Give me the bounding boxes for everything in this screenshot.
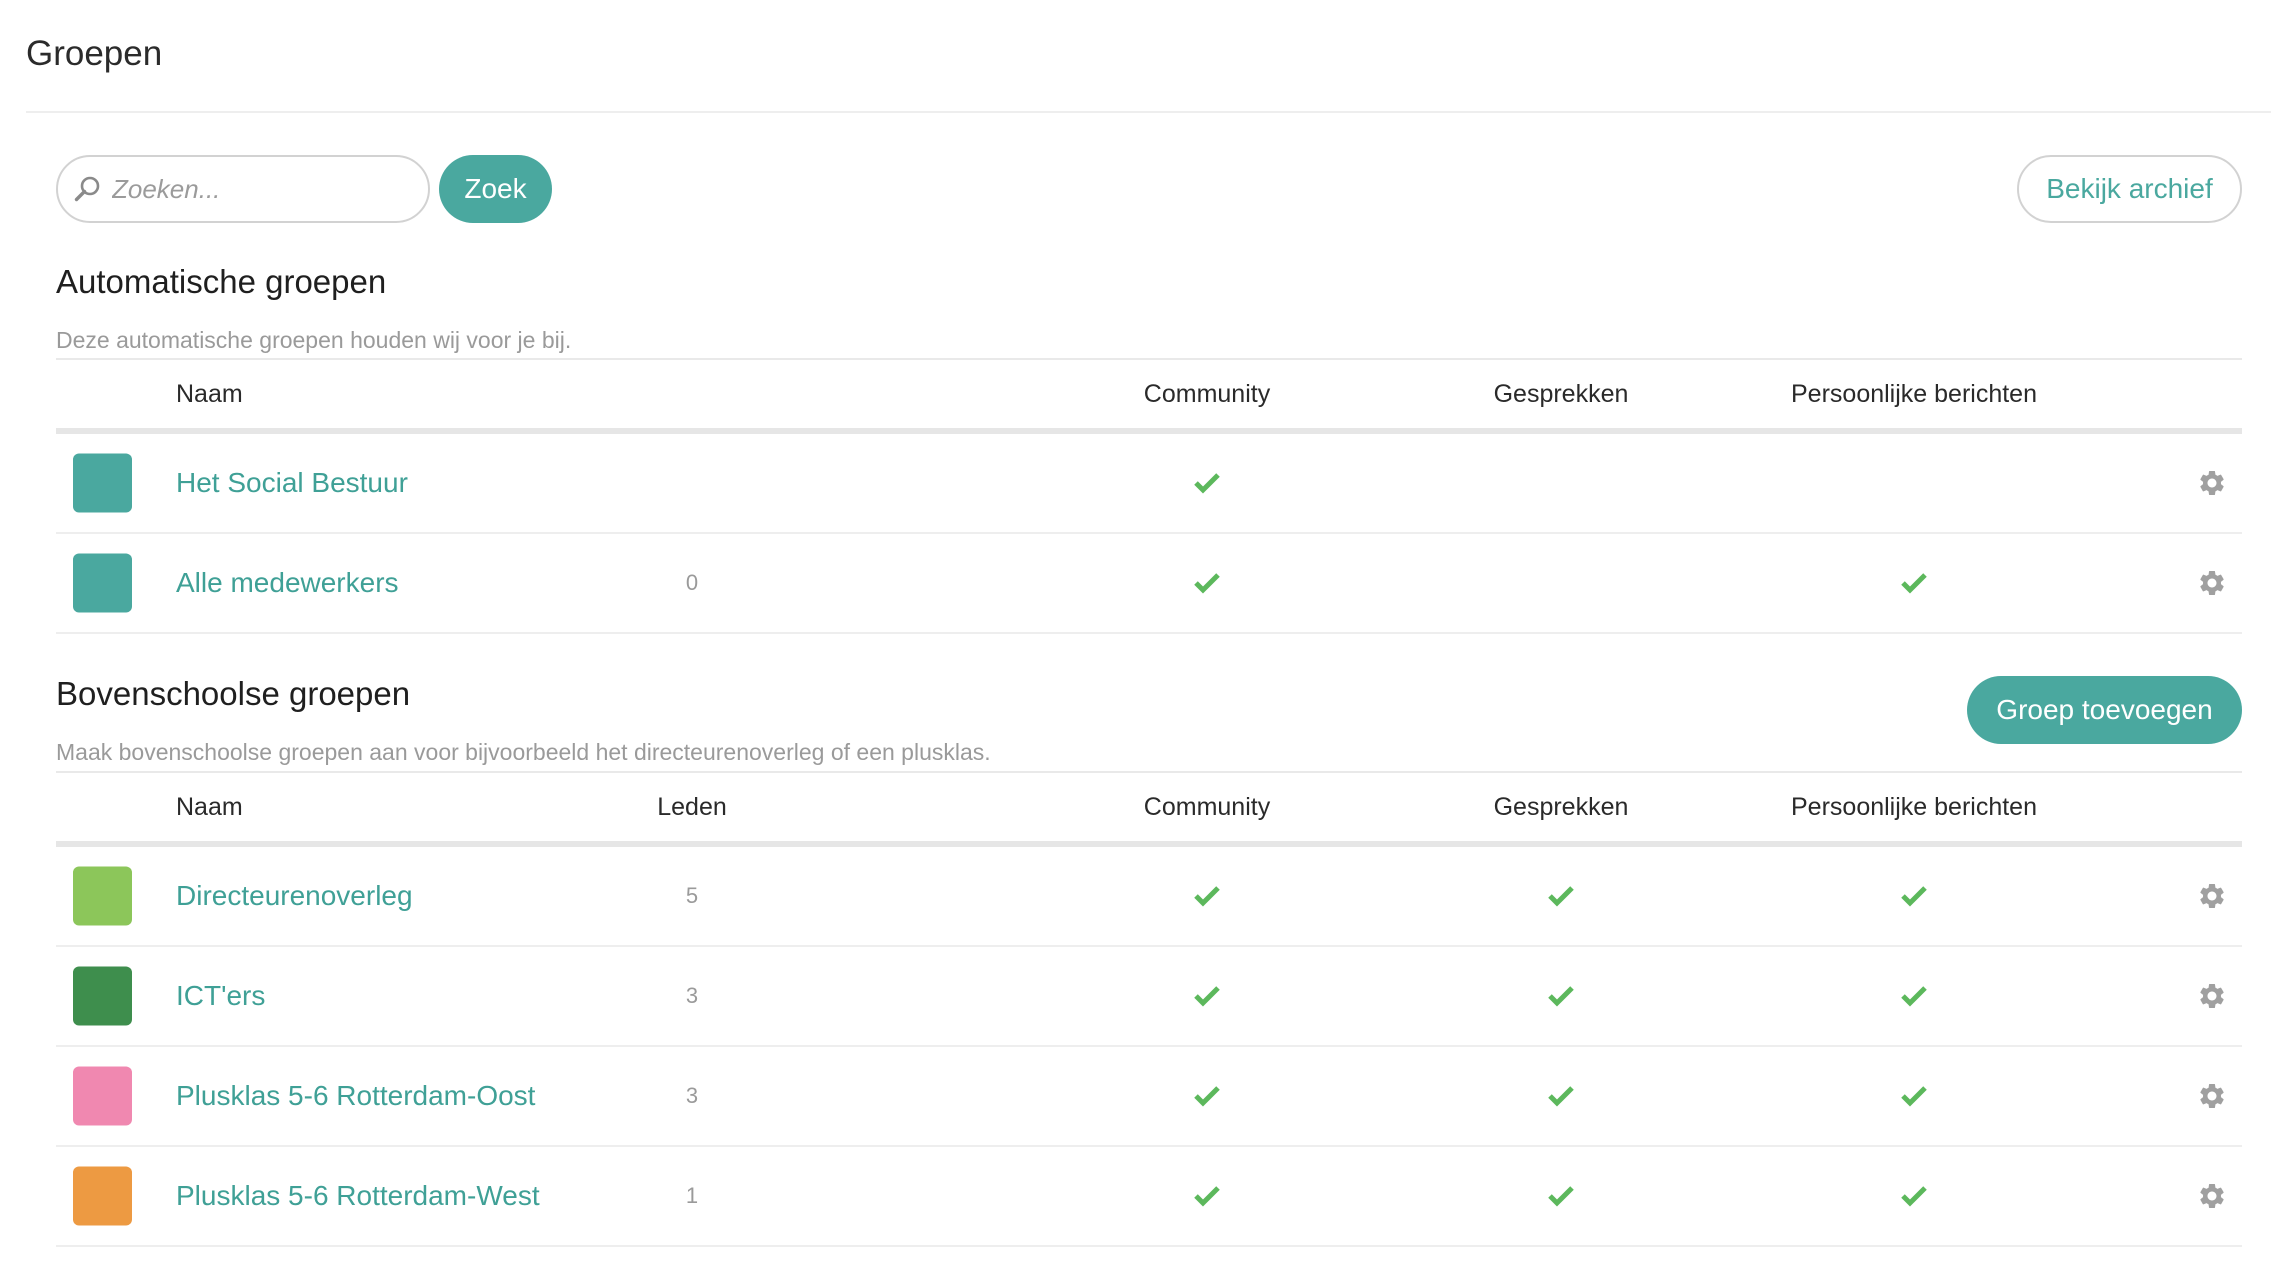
- column-header-community: Community: [1143, 793, 1271, 821]
- community-check-icon: [1193, 471, 1221, 495]
- community-check-icon: [1193, 1184, 1221, 1208]
- gear-icon[interactable]: [2197, 1181, 2227, 1211]
- group-name-link[interactable]: Het Social Bestuur: [176, 466, 408, 500]
- gear-icon[interactable]: [2197, 468, 2227, 498]
- add-group-button[interactable]: Groep toevoegen: [1967, 676, 2242, 744]
- gesprekken-check-icon: [1547, 1084, 1575, 1108]
- gesprekken-check-icon: [1547, 984, 1575, 1008]
- column-header-leden: Leden: [657, 793, 727, 821]
- search-field[interactable]: [56, 155, 430, 223]
- view-archive-button[interactable]: Bekijk archief: [2017, 155, 2242, 223]
- table-header: Naam Leden Community Gesprekken Persoonl…: [56, 773, 2242, 847]
- column-header-gesprekken: Gesprekken: [1493, 793, 1629, 821]
- main-content: Zoek Bekijk archief Automatische groepen…: [56, 0, 2242, 1266]
- persoonlijk-check-icon: [1900, 571, 1928, 595]
- group-color-swatch: [73, 1066, 132, 1126]
- group-color-swatch: [73, 553, 132, 613]
- table-row: Het Social Bestuur: [56, 434, 2242, 534]
- gear-icon[interactable]: [2197, 1081, 2227, 1111]
- community-check-icon: [1193, 984, 1221, 1008]
- group-color-swatch: [73, 966, 132, 1026]
- column-header-naam: Naam: [176, 380, 243, 408]
- gesprekken-check-icon: [1547, 884, 1575, 908]
- bovenschoolse-groups-description: Maak bovenschoolse groepen aan voor bijv…: [56, 739, 991, 765]
- member-count: 3: [685, 1082, 699, 1108]
- group-color-swatch: [73, 453, 132, 513]
- gear-icon[interactable]: [2197, 881, 2227, 911]
- member-count: 5: [685, 882, 699, 908]
- bovenschoolse-groups-heading: Bovenschoolse groepen: [56, 675, 411, 712]
- column-header-persoonlijke-berichten: Persoonlijke berichten: [1791, 380, 2037, 408]
- persoonlijk-check-icon: [1900, 1084, 1928, 1108]
- search-button[interactable]: Zoek: [439, 155, 552, 223]
- community-check-icon: [1193, 884, 1221, 908]
- member-count: 1: [685, 1182, 699, 1208]
- search-input[interactable]: [112, 157, 412, 221]
- group-name-link[interactable]: Alle medewerkers: [176, 566, 399, 600]
- column-header-community: Community: [1143, 380, 1271, 408]
- gear-icon[interactable]: [2197, 981, 2227, 1011]
- automatic-groups-description: Deze automatische groepen houden wij voo…: [56, 327, 572, 353]
- gear-icon[interactable]: [2197, 568, 2227, 598]
- group-name-link[interactable]: Plusklas 5-6 Rotterdam-Oost: [176, 1079, 535, 1113]
- column-header-gesprekken: Gesprekken: [1493, 380, 1629, 408]
- group-color-swatch: [73, 1166, 132, 1226]
- persoonlijk-check-icon: [1900, 984, 1928, 1008]
- persoonlijk-check-icon: [1900, 1184, 1928, 1208]
- column-header-persoonlijke-berichten: Persoonlijke berichten: [1791, 793, 2037, 821]
- table-row: Plusklas 5-6 Rotterdam-Oost 3: [56, 1047, 2242, 1147]
- column-header-naam: Naam: [176, 793, 243, 821]
- member-count: 0: [685, 569, 699, 595]
- community-check-icon: [1193, 571, 1221, 595]
- gesprekken-check-icon: [1547, 1184, 1575, 1208]
- group-color-swatch: [73, 866, 132, 926]
- automatic-groups-table: Naam Community Gesprekken Persoonlijke b…: [56, 358, 2242, 634]
- group-name-link[interactable]: Plusklas 5-6 Rotterdam-West: [176, 1179, 540, 1213]
- table-row: Plusklas 5-6 Rotterdam-West 1: [56, 1147, 2242, 1247]
- table-row: Directeurenoverleg 5: [56, 847, 2242, 947]
- table-header: Naam Community Gesprekken Persoonlijke b…: [56, 360, 2242, 434]
- table-row: Alle medewerkers 0: [56, 534, 2242, 634]
- persoonlijk-check-icon: [1900, 884, 1928, 908]
- group-name-link[interactable]: Directeurenoverleg: [176, 879, 413, 913]
- search-icon: [73, 175, 101, 203]
- group-name-link[interactable]: ICT'ers: [176, 979, 265, 1013]
- member-count: 3: [685, 982, 699, 1008]
- community-check-icon: [1193, 1084, 1221, 1108]
- bovenschoolse-groups-table: Naam Leden Community Gesprekken Persoonl…: [56, 771, 2242, 1247]
- automatic-groups-heading: Automatische groepen: [56, 263, 387, 300]
- table-row: ICT'ers 3: [56, 947, 2242, 1047]
